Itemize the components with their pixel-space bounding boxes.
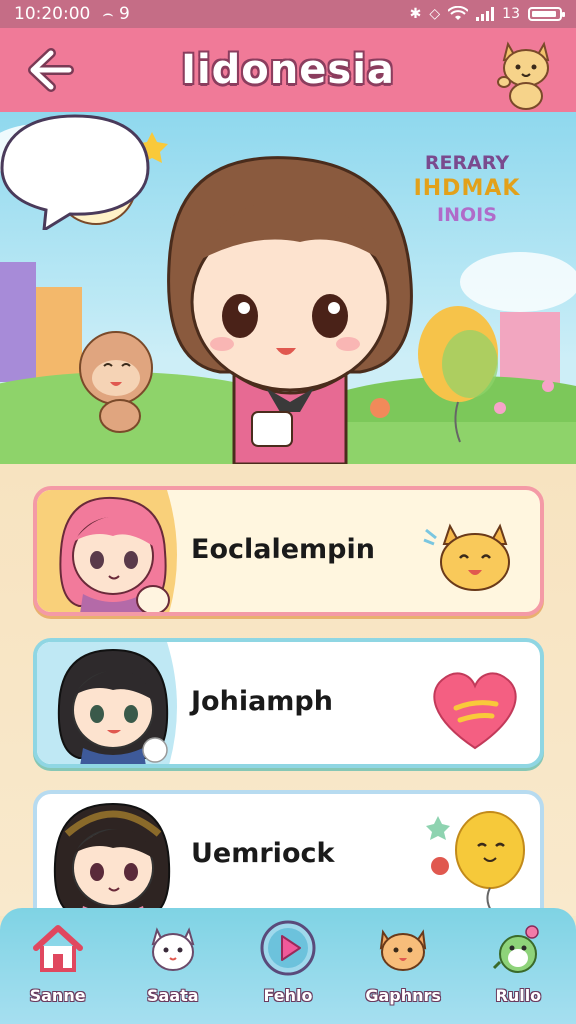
bubble-line-3: INOIS <box>437 204 497 226</box>
cat-face-icon <box>423 523 510 591</box>
nav-label-play: Fehlo <box>263 986 313 1005</box>
heart-icon <box>433 672 517 750</box>
list-card-2[interactable]: Johiamph <box>33 638 544 768</box>
nav-item-dog[interactable]: Gaphnrs <box>347 908 459 1024</box>
nav-label-dog: Gaphnrs <box>365 986 441 1005</box>
signal-text: 13 <box>502 6 520 22</box>
page-title: Iidonesia <box>181 47 395 93</box>
cell-signal-icon <box>476 7 495 21</box>
nav-item-play[interactable]: Fehlo <box>232 908 344 1024</box>
home-icon <box>32 925 83 972</box>
status-bar: 10:20:00 ⌢ 9 ✱ ◇ 13 <box>0 0 576 28</box>
avatar-pink-hair-girl <box>37 490 177 612</box>
balloon-icon <box>426 811 525 913</box>
status-time: 10:20:00 <box>14 4 91 24</box>
wifi-icon <box>448 6 469 20</box>
play-icon <box>260 920 316 976</box>
avatar-brown-hair-girl <box>53 802 171 924</box>
nav-label-dino: Rullo <box>495 986 542 1005</box>
status-extra: ⌢ 9 <box>102 4 130 24</box>
back-button[interactable] <box>22 42 78 98</box>
avatar-black-hair-girl <box>37 642 177 764</box>
speech-bubble <box>0 114 150 230</box>
character-list: Eoclalempin Johiamph Uemriock <box>0 464 576 930</box>
list-card-1[interactable]: Eoclalempin <box>33 486 544 616</box>
dino-icon <box>493 925 540 973</box>
status-icons: ✱ ◇ 13 <box>409 6 565 22</box>
nav-item-home[interactable]: Sanne <box>2 908 114 1024</box>
app-header: Iidonesia <box>0 28 576 112</box>
card-2-label: Johiamph <box>191 686 333 717</box>
nav-item-dino[interactable]: Rullo <box>462 908 574 1024</box>
nav-label-home: Sanne <box>29 986 86 1005</box>
arrow-left-icon <box>28 48 74 92</box>
location-icon: ◇ <box>429 6 441 22</box>
nav-item-cat[interactable]: Saata <box>117 908 229 1024</box>
bubble-line-1: RERARY <box>424 152 510 174</box>
battery-icon <box>528 7 565 21</box>
bottom-nav: Sanne Saata Fehlo Gaphnrs Rullo <box>0 908 576 1024</box>
cat-mascot-icon[interactable] <box>494 34 558 110</box>
hero-banner: RERARY IHDMAK INOIS <box>0 112 576 464</box>
dog-icon <box>379 929 427 971</box>
bubble-line-2: IHDMAK <box>413 176 521 201</box>
card-3-label: Uemriock <box>191 838 335 869</box>
nav-label-cat: Saata <box>147 986 199 1005</box>
bluetooth-icon: ✱ <box>409 6 422 22</box>
cat-icon <box>151 927 195 971</box>
card-1-label: Eoclalempin <box>191 534 375 565</box>
